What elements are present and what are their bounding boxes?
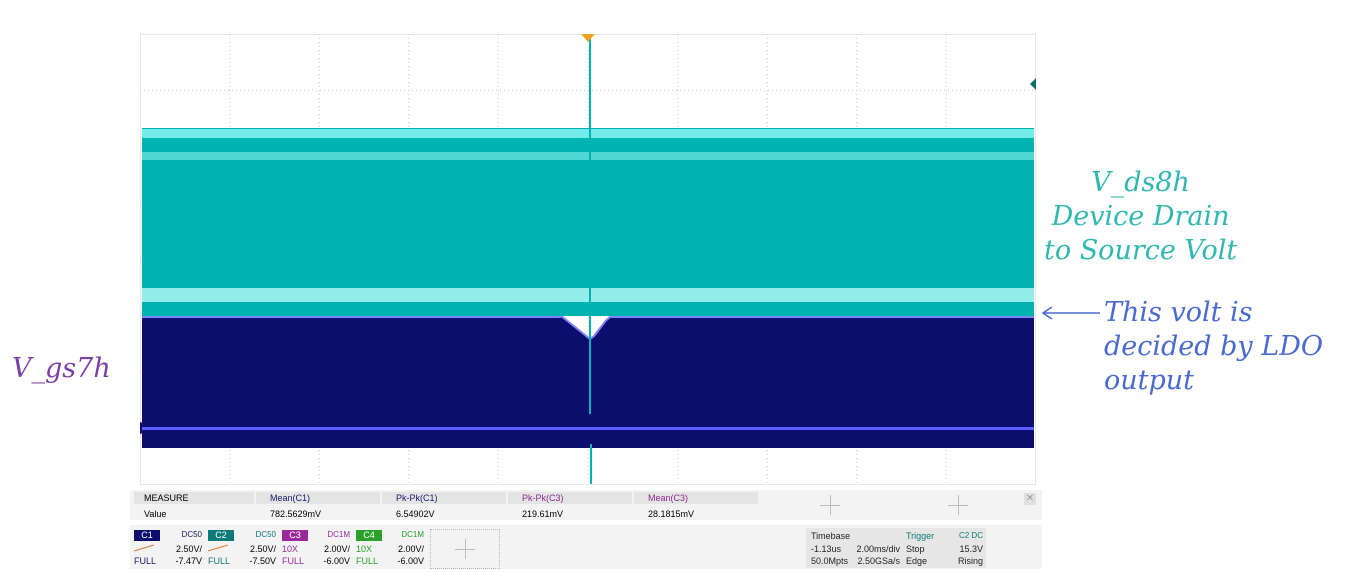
ch1-scale: 2.50V/ <box>175 544 202 554</box>
add-measure-icon[interactable] <box>820 495 840 515</box>
trigger-slope: Rising <box>957 556 983 566</box>
vds-annotation-line3: to Source Volt <box>1044 235 1238 266</box>
ch4-descriptor[interactable]: C4 DC1M 10X 2.00V/ FULL -6.00V <box>354 529 426 567</box>
ch3-coupling: DC1M <box>327 530 350 539</box>
measure-param-3-value: 219.61mV <box>522 509 564 519</box>
measure-param-2-value: 6.54902V <box>396 509 435 519</box>
ch2-tag: C2 <box>208 530 234 541</box>
ch1-level-line <box>142 427 1034 430</box>
ch4-offset: -6.00V <box>397 556 424 566</box>
timebase-delay: -1.13us <box>811 544 842 554</box>
trigger-level: 15.3V <box>959 544 983 554</box>
trigger-source: C2 DC <box>958 531 983 540</box>
ldo-annotation-line1: This volt is <box>1104 297 1253 328</box>
ch1-offset: -7.47V <box>175 556 202 566</box>
ldo-annotation: This volt is decided by LDO output <box>1104 296 1323 398</box>
trigger-title: Trigger <box>906 531 935 541</box>
add-measure-icon[interactable] <box>948 495 968 515</box>
ch3-offset: -6.00V <box>323 556 350 566</box>
measure-param-4-name[interactable]: Mean(C3) <box>648 493 688 503</box>
trigger-panel[interactable]: Trigger C2 DC Stop 15.3V Edge Rising <box>904 528 986 568</box>
ch4-probe: 10X <box>356 544 373 554</box>
ch2-descriptor[interactable]: C2 DC50 2.50V/ FULL -7.50V <box>206 529 278 567</box>
measure-row-label: Value <box>144 509 167 519</box>
measure-param-4-value: 28.1815mV <box>648 509 695 519</box>
measure-panel: MEASURE Value Mean(C1) 782.5629mV Pk-Pk(… <box>130 490 1042 520</box>
ch3-descriptor[interactable]: C3 DC1M 10X 2.00V/ FULL -6.00V <box>280 529 352 567</box>
timebase-title: Timebase <box>811 531 851 541</box>
vds-annotation-line2: Device Drain <box>1051 201 1230 232</box>
add-icon <box>455 539 475 559</box>
ch3-bandwidth: FULL <box>282 556 305 566</box>
ch2-coupling: DC50 <box>255 530 276 539</box>
ch4-coupling: DC1M <box>401 530 424 539</box>
ch3-tag: C3 <box>282 530 308 541</box>
measure-param-2-name[interactable]: Pk-Pk(C1) <box>396 493 438 503</box>
measure-title: MEASURE <box>144 493 189 503</box>
ch4-scale: 2.00V/ <box>397 544 424 554</box>
timebase-rate: 2.50GSa/s <box>857 556 900 566</box>
timebase-points: 50.0Mpts <box>811 556 849 566</box>
measure-param-3-name[interactable]: Pk-Pk(C3) <box>522 493 564 503</box>
vds-annotation: V_ds8h Device Drain to Source Volt <box>1044 166 1237 268</box>
channel-bar: C1 DC50 2.50V/ FULL -7.47V C2 DC50 2.50V… <box>130 525 1042 569</box>
measure-param-1-value: 782.5629mV <box>270 509 322 519</box>
ch2-trace-band <box>142 152 1034 160</box>
ch1-offset-marker[interactable]: C1 <box>140 422 142 434</box>
ch1-probe-icon <box>134 544 154 552</box>
trigger-mode: Stop <box>906 544 925 554</box>
ch1-tag: C1 <box>134 530 160 541</box>
vgs-annotation: V_gs7h <box>12 353 111 384</box>
waveform-grid[interactable]: C1 <box>140 34 1036 485</box>
vds-annotation-line1: V_ds8h <box>1091 167 1190 198</box>
ch2-trace-bottom-edge <box>142 288 1034 302</box>
close-icon[interactable]: ✕ <box>1024 493 1036 505</box>
add-channel-slot[interactable] <box>430 529 500 569</box>
ch4-bandwidth: FULL <box>356 556 379 566</box>
timebase-panel[interactable]: Timebase -1.13us 2.00ms/div 50.0Mpts 2.5… <box>806 528 904 568</box>
ch2-offset: -7.50V <box>249 556 276 566</box>
ch4-tag: C4 <box>356 530 382 541</box>
trigger-type: Edge <box>906 556 928 566</box>
measure-param-1-name[interactable]: Mean(C1) <box>270 493 310 503</box>
ldo-annotation-line3: output <box>1104 365 1195 396</box>
ch2-bandwidth: FULL <box>208 556 231 566</box>
ch2-trace-top-edge <box>142 129 1034 138</box>
ch2-scale: 2.50V/ <box>249 544 276 554</box>
ch3-scale: 2.00V/ <box>323 544 350 554</box>
ch1-coupling: DC50 <box>181 530 202 539</box>
timebase-div: 2.00ms/div <box>856 544 900 554</box>
ch1-bandwidth: FULL <box>134 556 157 566</box>
ldo-annotation-line2: decided by LDO <box>1104 331 1323 362</box>
ch3-probe: 10X <box>282 544 299 554</box>
ch2-probe-icon <box>208 544 228 552</box>
ldo-arrow-icon <box>1041 306 1100 320</box>
ch1-descriptor[interactable]: C1 DC50 2.50V/ FULL -7.47V <box>132 529 204 567</box>
